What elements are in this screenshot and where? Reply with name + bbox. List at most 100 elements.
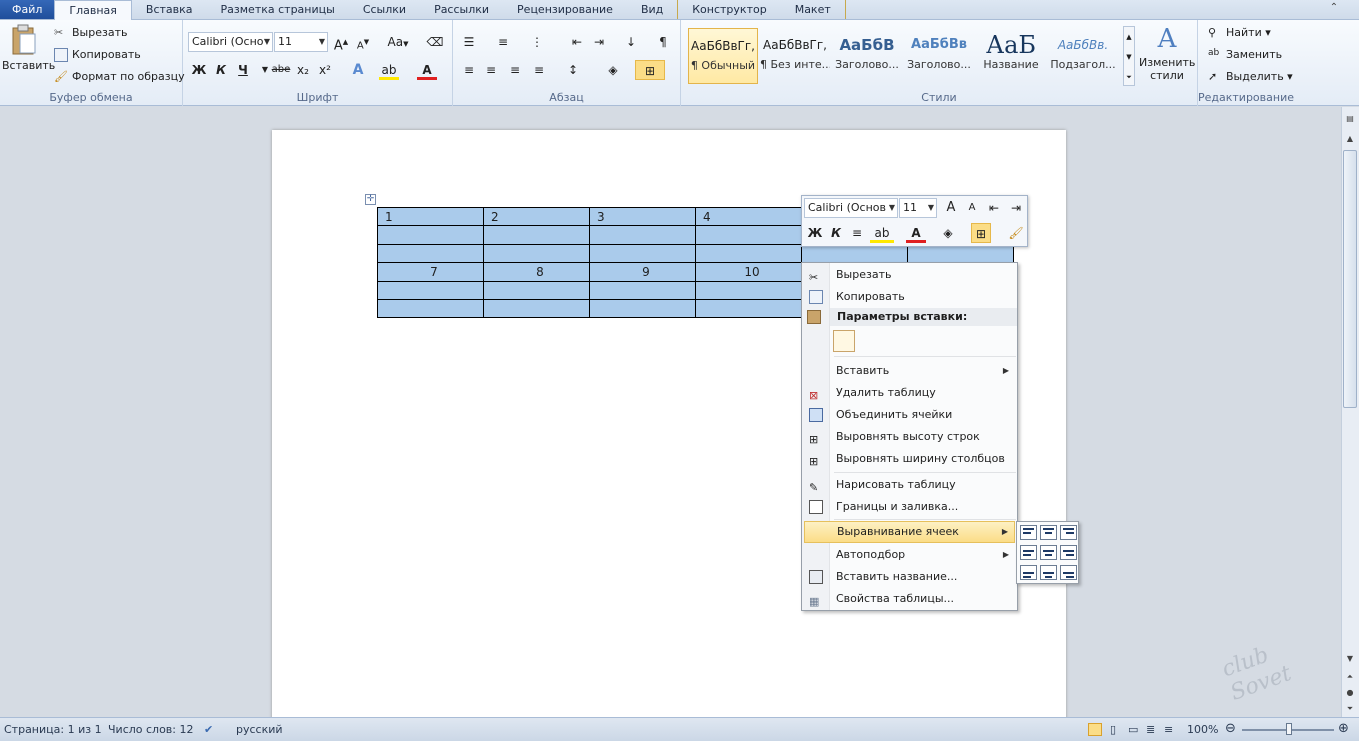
menu-autofit[interactable]: Автоподбор ▶ [804, 545, 1015, 565]
mini-highlight-icon[interactable]: ab [870, 223, 894, 243]
find-button[interactable]: ⚲ Найти ▾ [1208, 26, 1271, 40]
table-cell[interactable]: 7 [377, 262, 484, 282]
font-name-combo[interactable]: Calibri (Осно ▼ [188, 32, 273, 52]
mini-borders-icon[interactable]: ⊞ [971, 223, 991, 243]
table-cell[interactable] [907, 243, 1014, 264]
menu-distribute-rows[interactable]: ⊞ Выровнять высоту строк [804, 427, 1015, 447]
full-screen-icon[interactable]: ▯ [1110, 723, 1116, 736]
mini-italic-button[interactable]: К [826, 223, 846, 243]
numbering-icon[interactable]: ≡ [493, 32, 513, 52]
strikethrough-button[interactable]: abe [271, 60, 291, 80]
browse-object-icon[interactable]: ● [1343, 686, 1357, 700]
table-cell[interactable] [377, 225, 484, 245]
align-center-icon[interactable]: ≡ [481, 60, 501, 80]
align-bottom-right-icon[interactable] [1060, 565, 1077, 580]
highlight-icon[interactable]: ab [379, 60, 399, 80]
menu-delete-table[interactable]: ⊠ Удалить таблицу [804, 383, 1015, 403]
mini-shading-icon[interactable]: ◈ [938, 223, 958, 243]
align-middle-left-icon[interactable] [1020, 545, 1037, 560]
table-cell[interactable] [589, 225, 696, 245]
paste-keep-text-icon[interactable] [833, 330, 855, 352]
menu-distribute-columns[interactable]: ⊞ Выровнять ширину столбцов [804, 449, 1015, 469]
table-cell[interactable] [801, 243, 908, 264]
print-layout-icon[interactable] [1088, 723, 1102, 736]
bold-button[interactable]: Ж [189, 60, 209, 80]
shrink-font-button[interactable]: A▼ [353, 32, 373, 52]
align-bottom-center-icon[interactable] [1040, 565, 1057, 580]
table-cell[interactable] [695, 280, 802, 300]
menu-borders-shading[interactable]: Границы и заливка... [804, 497, 1015, 517]
table-move-handle-icon[interactable]: ✛ [365, 194, 376, 205]
table-cell[interactable]: 4 [695, 206, 802, 227]
shading-icon[interactable]: ◈ [603, 60, 623, 80]
status-language[interactable]: русский [236, 723, 283, 736]
mini-decrease-indent-icon[interactable]: ⇤ [984, 198, 1004, 218]
menu-insert-caption[interactable]: Вставить название... [804, 567, 1015, 587]
mini-font-color-icon[interactable]: A [906, 223, 926, 243]
status-words[interactable]: Число слов: 12 [108, 723, 194, 736]
decrease-indent-icon[interactable]: ⇤ [567, 32, 587, 52]
style-heading1[interactable]: АаБбВ Заголово... [832, 28, 902, 84]
mini-font-combo[interactable]: Calibri (Основ ▼ [804, 198, 898, 218]
multilevel-list-icon[interactable]: ⋮ [527, 32, 547, 52]
styles-scroll[interactable]: ▲ ▼ ⏷ [1123, 26, 1135, 86]
table-cell[interactable] [589, 243, 696, 264]
align-left-icon[interactable]: ≡ [459, 60, 479, 80]
show-marks-button[interactable]: ¶ [653, 32, 673, 52]
style-subtitle[interactable]: АаБбВв. Подзагол... [1048, 28, 1118, 84]
tab-file[interactable]: Файл [0, 0, 55, 19]
tab-references[interactable]: Ссылки [349, 0, 420, 19]
grow-font-button[interactable]: A▲ [331, 32, 351, 53]
table-cell[interactable] [589, 298, 696, 319]
bullets-icon[interactable]: ☰ [459, 32, 479, 52]
table-cell[interactable] [483, 225, 590, 245]
table-cell[interactable]: 8 [483, 262, 590, 282]
mini-bold-button[interactable]: Ж [805, 223, 825, 243]
scroll-up-icon[interactable]: ▲ [1343, 132, 1357, 146]
format-painter-button[interactable]: 🖌 Формат по образцу [54, 70, 185, 84]
table-cell[interactable] [483, 298, 590, 319]
text-effects-icon[interactable]: A [348, 60, 368, 80]
borders-icon[interactable]: ⊞ [635, 60, 665, 80]
table-cell[interactable] [483, 243, 590, 264]
align-top-left-icon[interactable] [1020, 525, 1037, 540]
next-page-icon[interactable]: ⏷ [1343, 702, 1357, 716]
ruler-toggle-icon[interactable]: ▤ [1343, 112, 1357, 126]
change-case-button[interactable]: Aa▼ [385, 32, 411, 52]
table-cell[interactable] [695, 298, 802, 319]
italic-button[interactable]: К [211, 60, 231, 80]
sort-icon[interactable]: ↓ [621, 32, 641, 52]
table-cell[interactable] [377, 243, 484, 264]
superscript-button[interactable]: x² [315, 60, 335, 80]
outline-icon[interactable]: ≣ [1146, 723, 1155, 736]
menu-cell-alignment[interactable]: Выравнивание ячеек ▶ [804, 521, 1015, 543]
tab-home[interactable]: Главная [54, 0, 132, 21]
select-button[interactable]: ➚ Выделить ▾ [1208, 70, 1293, 84]
menu-draw-table[interactable]: ✎ Нарисовать таблицу [804, 475, 1015, 495]
style-title[interactable]: АаБ Название [976, 28, 1046, 84]
align-bottom-left-icon[interactable] [1020, 565, 1037, 580]
style-normal[interactable]: АаБбВвГг, ¶ Обычный [688, 28, 758, 84]
web-layout-icon[interactable]: ▭ [1128, 723, 1138, 736]
mini-size-combo[interactable]: 11 ▼ [899, 198, 937, 218]
mini-center-icon[interactable]: ≡ [847, 223, 867, 243]
align-right-icon[interactable]: ≡ [505, 60, 525, 80]
tab-layout[interactable]: Макет [781, 0, 846, 19]
style-no-spacing[interactable]: АаБбВвГг, ¶ Без инте... [760, 28, 830, 84]
table-cell[interactable] [695, 243, 802, 264]
table-cell[interactable]: 9 [589, 262, 696, 282]
minimize-ribbon-icon[interactable]: ⌃ [1327, 2, 1341, 16]
tab-view[interactable]: Вид [627, 0, 677, 19]
justify-icon[interactable]: ≡ [529, 60, 549, 80]
table-cell[interactable] [483, 280, 590, 300]
align-top-right-icon[interactable] [1060, 525, 1077, 540]
status-page[interactable]: Страница: 1 из 1 [4, 723, 102, 736]
style-heading2[interactable]: АаБбВв Заголово... [904, 28, 974, 84]
zoom-out-icon[interactable]: ⊖ [1225, 721, 1236, 736]
table-cell[interactable] [377, 298, 484, 319]
zoom-level[interactable]: 100% [1187, 723, 1218, 736]
tab-design[interactable]: Конструктор [677, 0, 780, 19]
table-cell[interactable]: 2 [483, 206, 590, 227]
tab-mailings[interactable]: Рассылки [420, 0, 503, 19]
table-cell[interactable] [695, 225, 802, 245]
